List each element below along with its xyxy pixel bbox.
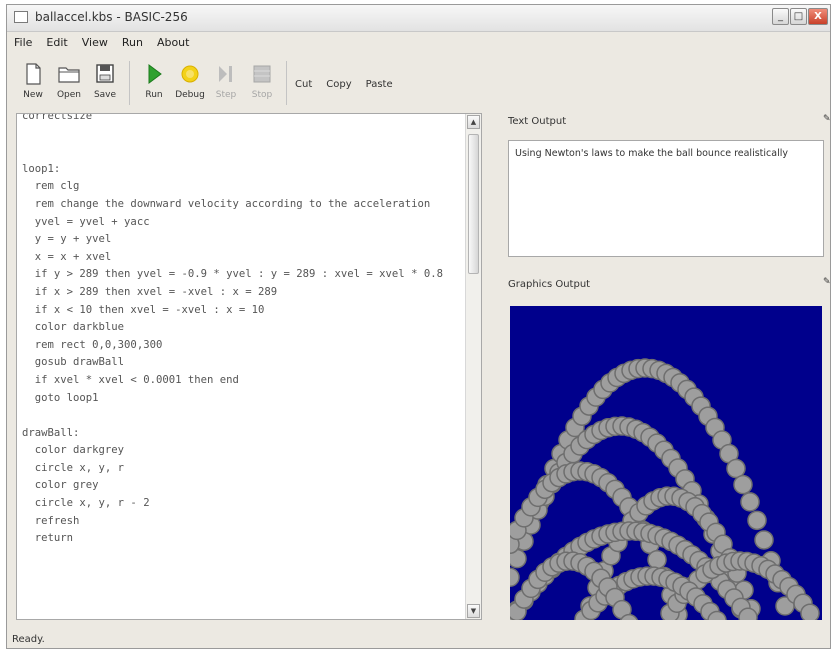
menu-bar: File Edit View Run About (7, 32, 830, 52)
save-button-label: Save (93, 90, 117, 100)
window-title: ballaccel.kbs - BASIC-256 (35, 10, 188, 24)
cut-button[interactable]: Cut (295, 79, 312, 90)
scroll-down-button[interactable]: ▼ (467, 604, 480, 618)
text-output-panel[interactable]: Using Newton's laws to make the ball bou… (508, 140, 824, 257)
app-icon (14, 11, 28, 23)
code-line: x = x + xvel (22, 250, 112, 263)
title-bar[interactable]: ballaccel.kbs - BASIC-256 _ □ X (7, 5, 830, 32)
run-button-label: Run (145, 90, 163, 100)
status-bar-text: Ready. (12, 634, 45, 645)
ball-mark (754, 530, 774, 550)
code-line: goto loop1 (22, 391, 99, 404)
copy-button[interactable]: Copy (326, 79, 351, 90)
code-line: refresh (22, 514, 80, 527)
stop-icon (250, 63, 274, 85)
code-line: color grey (22, 479, 99, 492)
ball-mark (510, 567, 520, 587)
code-line: rem clg (22, 180, 80, 193)
scroll-thumb[interactable] (468, 134, 479, 274)
code-text[interactable]: correctsize loop1: rem clg rem change the… (22, 113, 462, 548)
code-line: drawBall: (22, 426, 80, 439)
ball-mark (647, 549, 667, 570)
new-file-icon (21, 63, 45, 85)
toolbar-separator (286, 61, 287, 105)
graphics-output-title: Graphics Output (508, 279, 591, 290)
open-button-label: Open (56, 90, 82, 100)
debug-button-label: Debug (175, 90, 205, 100)
stop-button[interactable]: Stop (246, 55, 278, 100)
code-line: circle x, y, r (22, 461, 125, 474)
step-icon (214, 63, 238, 85)
ball-mark (733, 474, 753, 495)
ball-mark (747, 510, 767, 531)
ball-trails-drawing (510, 358, 820, 620)
debug-button[interactable]: Debug (174, 55, 206, 100)
editor-scrollbar[interactable]: ▲ ▼ (465, 114, 481, 619)
new-button-label: New (23, 90, 43, 100)
code-line: loop1: (22, 162, 61, 175)
ball-mark (800, 603, 820, 620)
menu-run[interactable]: Run (115, 36, 150, 49)
code-line: y = y + yvel (22, 233, 112, 246)
play-icon (142, 63, 166, 85)
menu-edit[interactable]: Edit (39, 36, 74, 49)
code-line: yvel = yvel + yacc (22, 215, 150, 228)
text-output-pin-icon[interactable]: ✎ (823, 114, 831, 124)
ball-mark (738, 607, 758, 620)
menu-about[interactable]: About (150, 36, 197, 49)
paste-button[interactable]: Paste (366, 79, 393, 90)
code-line: if y > 289 then yvel = -0.9 * yvel : y =… (22, 268, 443, 281)
text-output-title: Text Output (508, 116, 567, 127)
folder-icon (57, 63, 81, 85)
code-line: return (22, 532, 74, 545)
menu-view[interactable]: View (75, 36, 115, 49)
code-line: rem change the downward velocity accordi… (22, 197, 431, 210)
code-editor[interactable]: correctsize loop1: rem clg rem change the… (16, 113, 482, 620)
graphics-output-canvas (510, 306, 822, 620)
debug-icon (178, 63, 202, 85)
save-button[interactable]: Save (89, 55, 121, 100)
text-output-content: Using Newton's laws to make the ball bou… (515, 148, 788, 159)
maximize-button[interactable]: □ (790, 8, 807, 25)
graphics-output-pin-icon[interactable]: ✎ (823, 277, 831, 287)
window-controls: _ □ X (771, 8, 828, 25)
open-button[interactable]: Open (53, 55, 85, 100)
code-line: if x < 10 then xvel = -xvel : x = 10 (22, 303, 265, 316)
run-button[interactable]: Run (138, 55, 170, 100)
new-button[interactable]: New (17, 55, 49, 100)
toolbar-separator (129, 61, 130, 105)
code-line: gosub drawBall (22, 356, 125, 369)
ball-mark (740, 492, 760, 512)
close-button[interactable]: X (808, 8, 828, 25)
floppy-disk-icon (93, 63, 117, 85)
code-line: circle x, y, r - 2 (22, 497, 150, 510)
step-button-label: Step (215, 90, 237, 100)
ball-mark (726, 458, 746, 479)
step-button[interactable]: Step (210, 55, 242, 100)
toolbar: New Open Save Run Debug Step Stop Cut Co… (17, 55, 407, 111)
minimize-button[interactable]: _ (772, 8, 789, 25)
menu-file[interactable]: File (7, 36, 39, 49)
code-line: color darkgrey (22, 444, 125, 457)
scroll-up-button[interactable]: ▲ (467, 115, 480, 129)
code-line: correctsize (22, 113, 93, 122)
code-line: rem rect 0,0,300,300 (22, 338, 163, 351)
code-line: if x > 289 then xvel = -xvel : x = 289 (22, 285, 278, 298)
code-line: color darkblue (22, 321, 125, 334)
stop-button-label: Stop (251, 90, 273, 100)
code-line: if xvel * xvel < 0.0001 then end (22, 373, 239, 386)
